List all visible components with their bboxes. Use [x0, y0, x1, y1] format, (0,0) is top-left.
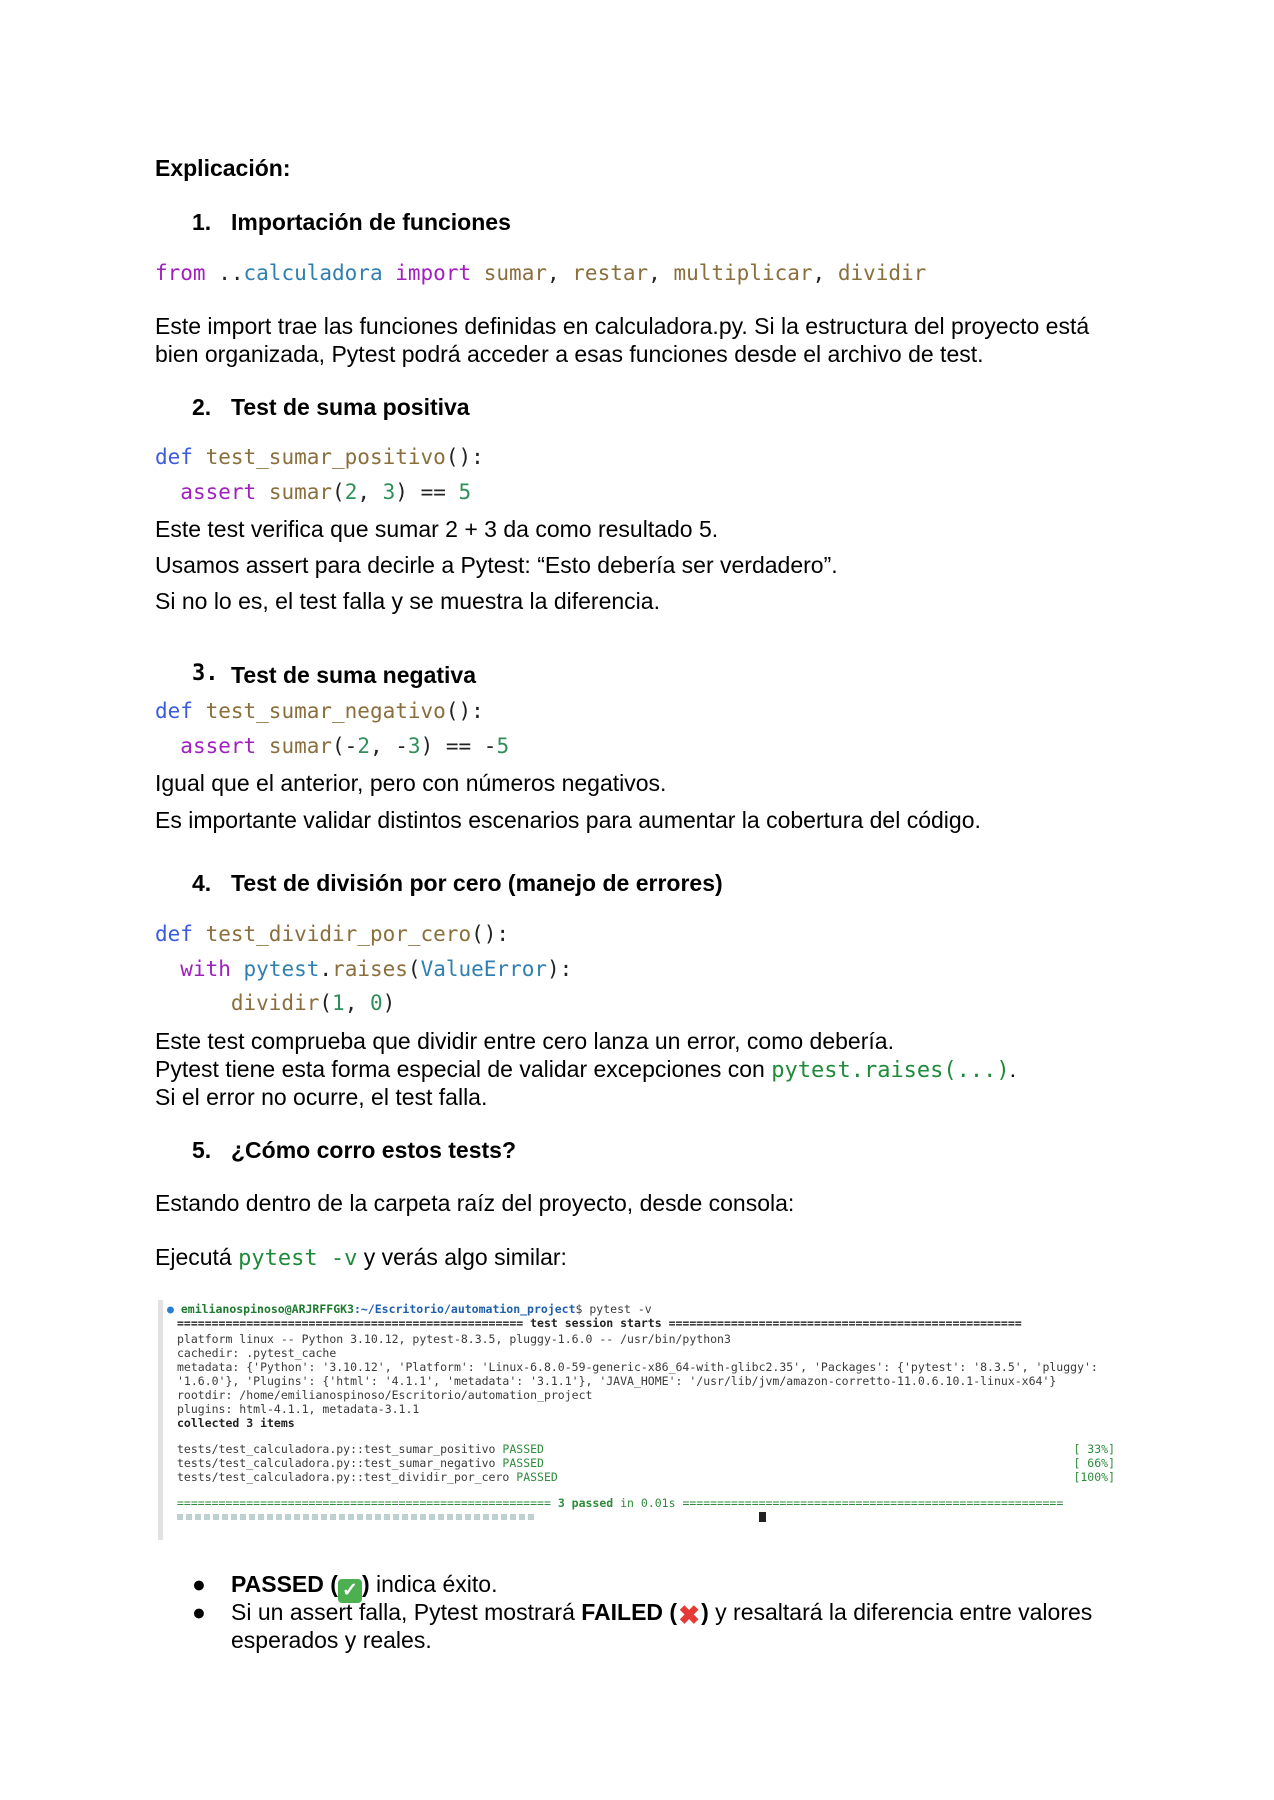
- terminal-test-result: tests/test_calculadora.py::test_sumar_po…: [177, 1442, 544, 1456]
- item-number-2: 2.: [192, 394, 212, 420]
- terminal-line: rootdir: /home/emilianospinoso/Escritori…: [177, 1388, 593, 1402]
- terminal-screenshot: ● emilianospinoso@ARJRFFGK3:~/Escritorio…: [158, 1300, 1129, 1540]
- code-call-line: dividir(1, 0): [230, 991, 396, 1015]
- paragraph-line: Si el error no ocurre, el test falla.: [155, 1084, 488, 1110]
- item-title-1: Importación de funciones: [231, 209, 511, 235]
- code-def-line: def test_dividir_por_cero():: [155, 922, 510, 946]
- bullet-item-continuation: esperados y reales.: [231, 1627, 432, 1653]
- item-number-5: 5.: [192, 1137, 212, 1163]
- terminal-progress: [ 33%]: [1073, 1442, 1115, 1456]
- terminal-progress: [ 66%]: [1073, 1456, 1115, 1470]
- item-title-3: Test de suma negativa: [231, 662, 476, 688]
- terminal-line: cachedir: .pytest_cache: [177, 1346, 337, 1360]
- code-assert-line: assert sumar(2, 3) == 5: [180, 480, 472, 504]
- terminal-line: platform linux -- Python 3.10.12, pytest…: [177, 1332, 731, 1346]
- paragraph-line: Usamos assert para decirle a Pytest: “Es…: [155, 552, 838, 578]
- paragraph-line: Ejecutá pytest -v y verás algo similar:: [155, 1244, 567, 1271]
- code-import-line: from ..calculadora import sumar, restar,…: [155, 261, 927, 285]
- terminal-progress: [100%]: [1073, 1470, 1115, 1484]
- bullet-dot: ●: [192, 1571, 206, 1597]
- terminal-line: metadata: {'Python': '3.10.12', 'Platfor…: [177, 1360, 1098, 1374]
- inline-code: pytest -v: [238, 1246, 358, 1271]
- paragraph-line: Este test comprueba que dividir entre ce…: [155, 1028, 894, 1054]
- paragraph-line: Estando dentro de la carpeta raíz del pr…: [155, 1190, 795, 1216]
- paragraph-line: Pytest tiene esta forma especial de vali…: [155, 1056, 1017, 1083]
- paragraph-line: Si no lo es, el test falla y se muestra …: [155, 588, 660, 614]
- bullet-dot: ●: [192, 1599, 206, 1625]
- terminal-cutoff-line: [177, 1514, 537, 1520]
- paragraph-line: Es importante validar distintos escenari…: [155, 807, 981, 833]
- paragraph-line: Este test verifica que sumar 2 + 3 da co…: [155, 516, 719, 542]
- bullet-item: Si un assert falla, Pytest mostrará FAIL…: [231, 1599, 1093, 1630]
- terminal-cursor: [759, 1512, 766, 1522]
- item-title-5: ¿Cómo corro estos tests?: [231, 1137, 516, 1163]
- code-def-line: def test_sumar_positivo():: [155, 445, 484, 469]
- cross-mark-icon: ✖: [678, 1600, 700, 1630]
- terminal-line: collected 3 items: [177, 1416, 295, 1430]
- terminal-prompt: ● emilianospinoso@ARJRFFGK3:~/Escritorio…: [167, 1302, 652, 1316]
- terminal-test-result: tests/test_calculadora.py::test_dividir_…: [177, 1470, 558, 1484]
- terminal-summary: ========================================…: [177, 1496, 1064, 1510]
- code-assert-line: assert sumar(-2, -3) == -5: [180, 734, 510, 758]
- item-number-4: 4.: [192, 870, 212, 896]
- code-with-line: with pytest.raises(ValueError):: [180, 957, 573, 981]
- item-number-3: 3.: [192, 661, 219, 686]
- item-title-4: Test de división por cero (manejo de err…: [231, 870, 723, 896]
- paragraph-line: Este import trae las funciones definidas…: [155, 313, 1090, 339]
- terminal-session-line: ========================================…: [177, 1316, 1022, 1330]
- terminal-line: '1.6.0'}, 'Plugins': {'html': '4.1.1', '…: [177, 1374, 1057, 1388]
- paragraph-line: Igual que el anterior, pero con números …: [155, 770, 667, 796]
- terminal-line: plugins: html-4.1.1, metadata-3.1.1: [177, 1402, 420, 1416]
- code-def-line: def test_sumar_negativo():: [155, 699, 484, 723]
- item-number-1: 1.: [192, 209, 212, 235]
- terminal-test-result: tests/test_calculadora.py::test_sumar_ne…: [177, 1456, 544, 1470]
- paragraph-line: bien organizada, Pytest podrá acceder a …: [155, 341, 984, 367]
- inline-code: pytest.raises(...): [771, 1058, 1010, 1083]
- item-title-2: Test de suma positiva: [231, 394, 470, 420]
- section-heading: Explicación:: [155, 155, 291, 181]
